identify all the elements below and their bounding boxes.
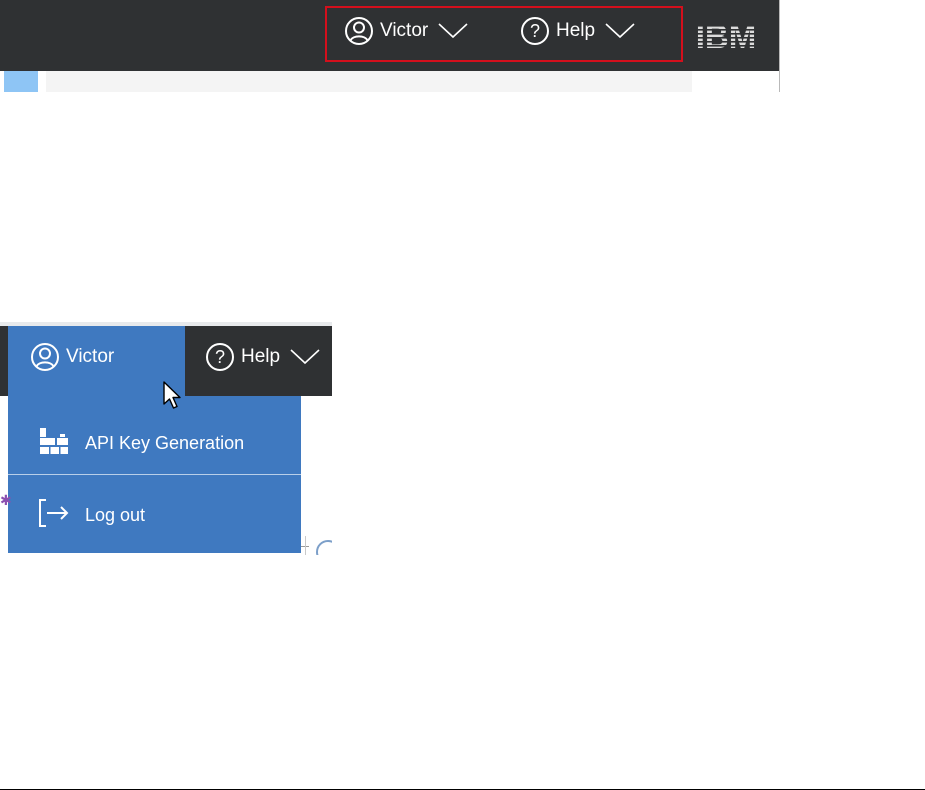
active-nav-tab-edge (4, 71, 38, 92)
menu-item-api-key-generation[interactable]: API Key Generation (37, 426, 244, 461)
help-icon: ? (205, 342, 235, 372)
menu-item-log-out[interactable]: Log out (37, 498, 145, 533)
background-fragment (305, 536, 310, 555)
chevron-down-icon (290, 349, 320, 365)
svg-text:?: ? (215, 347, 225, 367)
svg-text:IBM: IBM (696, 18, 757, 52)
screenshot-edge (779, 0, 780, 92)
help-label: Help (241, 346, 281, 367)
background-fragment (316, 540, 332, 555)
menu-divider (8, 474, 301, 475)
highlight-box (325, 6, 683, 62)
content-strip (46, 71, 692, 92)
background-fragment: ✱ (0, 492, 12, 508)
user-avatar-icon (30, 342, 60, 372)
user-menu-button[interactable]: Victor (30, 342, 114, 372)
header-screenshot: Victor ? Help IBM (0, 0, 780, 92)
user-name-label: Victor (66, 346, 115, 367)
content-strip-right (692, 71, 780, 92)
menu-item-label: Log out (85, 505, 146, 525)
mouse-cursor-icon (162, 380, 184, 415)
help-menu-button[interactable]: ? Help (205, 342, 320, 372)
menu-item-label: API Key Generation (85, 433, 245, 453)
api-key-icon (37, 426, 71, 461)
user-menu-screenshot: ✱ Victor ? Help API Key Generation Log o… (0, 322, 332, 555)
logout-icon (37, 498, 71, 533)
ibm-logo: IBM (687, 18, 765, 55)
